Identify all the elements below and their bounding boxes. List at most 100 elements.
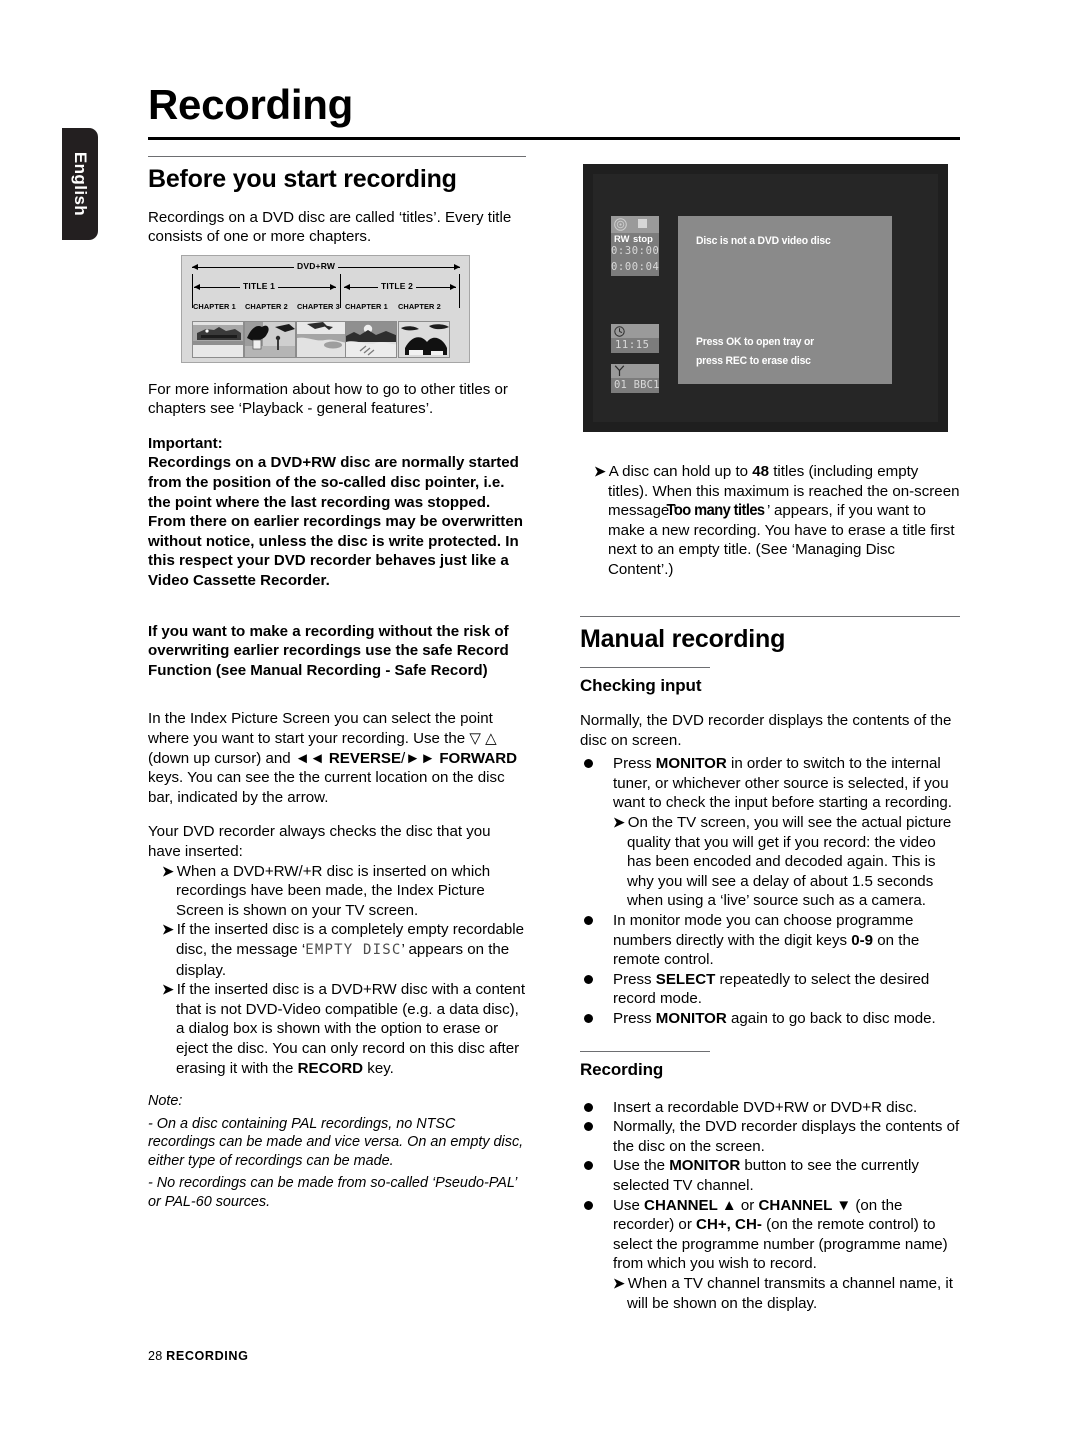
tv-screen-mockup: Disc is not a DVD video disc Press OK to… <box>583 164 948 432</box>
thumbnail-art-4 <box>346 322 396 357</box>
checking-input-intro: Normally, the DVD recorder displays the … <box>580 712 952 749</box>
bullet-dot-icon <box>584 1161 593 1171</box>
disc-type-caption: RW <box>614 233 630 244</box>
bullet-1-pre: Press <box>613 755 656 773</box>
monitor-key-label: MONITOR <box>655 755 727 773</box>
clock-time-value: 11:15 <box>615 339 650 351</box>
check-item-1: ➤ When a DVD+RW/+R disc is inserted on wh… <box>148 862 526 921</box>
diagram-disc-label: DVD+RW <box>294 261 339 271</box>
title1-arrow-left-icon <box>194 284 200 290</box>
diagram-chapter-label-t2-c1: CHAPTER 1 <box>345 302 388 311</box>
diagram-thumbnail-5 <box>398 321 450 358</box>
diagram-chapter-label-t2-c2: CHAPTER 2 <box>398 302 441 311</box>
bullet-dot-icon <box>584 916 593 925</box>
arrow-bullet-icon: ➤ <box>594 463 606 479</box>
monitor-button-label: MONITOR <box>669 1157 741 1175</box>
check-item-2: ➤ If the inserted disc is a completely em… <box>148 920 526 980</box>
bullet-use-channel-keys: Use CHANNEL ▲ or CHANNEL ▼ (on the recor… <box>580 1196 960 1314</box>
clock-icon-bar <box>611 324 659 338</box>
disc-status-icons-bar <box>611 216 659 233</box>
record-key-label: RECORD <box>297 1059 364 1077</box>
bullet-1-sub: ➤ On the TV screen, you will see the actu… <box>613 813 960 911</box>
cursor-glyphs: ▽ △ <box>469 730 497 747</box>
arrow-bullet-icon: ➤ <box>162 981 174 998</box>
footer-page-number: 28 <box>148 1349 163 1363</box>
tv-screen-inner: Disc is not a DVD video disc Press OK to… <box>593 174 938 422</box>
language-tab: English <box>62 128 98 240</box>
diagram-chapter-label-t1-c3: CHAPTER 3 <box>297 302 340 311</box>
note-text-1: - On a disc containing PAL recordings, n… <box>148 1115 524 1169</box>
paragraph-more-info: For more information about how to go to … <box>148 380 508 418</box>
rec-bullet-2-text: Normally, the DVD recorder displays the … <box>613 1118 960 1155</box>
thumbnail-art-3 <box>297 322 347 357</box>
arrow-bullet-icon: ➤ <box>613 1274 625 1291</box>
max-titles-text-before: A disc can hold up to <box>608 463 753 480</box>
checking-input-bullet-list: Press MONITOR in order to switch to the … <box>580 754 960 1028</box>
page-title: Recording <box>148 81 353 128</box>
rec-bullet-4-pre: Use <box>613 1196 645 1214</box>
subsection-divider-checking-input <box>580 667 710 669</box>
elapsed-time-value: 0:00:04 <box>611 261 660 273</box>
recording-bullet-list: Insert a recordable DVD+RW or DVD+R disc… <box>580 1098 960 1314</box>
safe-record-paragraph: If you want to make a recording without … <box>148 622 509 679</box>
check-item-1-text: When a DVD+RW/+R disc is inserted on whi… <box>176 862 491 919</box>
heading-before-you-start-recording: Before you start recording <box>148 165 457 193</box>
paragraph-intro: Recordings on a DVD disc are called ‘tit… <box>148 208 512 246</box>
thumbnail-art-1 <box>193 322 243 357</box>
subsection-divider-recording <box>580 1050 710 1052</box>
bullet-dot-icon <box>584 759 593 769</box>
section-divider-manual-recording <box>580 615 960 617</box>
diagram-thumbnail-2 <box>244 321 296 358</box>
osd-message-line-2: Press OK to open tray or <box>696 336 815 348</box>
channel-value: 01 BBC1 <box>614 379 660 391</box>
bullet-1-sub-text: On the TV screen, you will see the actua… <box>627 814 952 910</box>
bullet-dot-icon <box>584 1013 593 1023</box>
title-divider <box>148 137 960 140</box>
bullet-4-pre: Press <box>613 1009 656 1027</box>
check-item-3-text-after: key. <box>363 1059 394 1077</box>
clock-icon <box>614 325 625 337</box>
title-chapter-diagram: DVD+RW TITLE 1 TITLE 2 CHAPTER 1 CHAPTER… <box>181 255 470 363</box>
max-titles-paragraph: ➤ A disc can hold up to 48 titles (includ… <box>580 462 960 580</box>
monitor-key-label-2: MONITOR <box>655 1009 727 1027</box>
index-picture-screen-paragraph: In the Index Picture Screen you can sele… <box>148 709 526 807</box>
bullet-dot-icon <box>584 974 593 984</box>
bullet-4-post: again to go back to disc mode. <box>726 1009 936 1027</box>
diagram-thumbnail-3 <box>296 321 348 358</box>
bullet-monitor-mode-digits: In monitor mode you can choose programme… <box>580 911 960 970</box>
max-titles-count: 48 <box>752 463 770 480</box>
rec-bullet-4-mid: or <box>736 1196 759 1214</box>
index-text-3: keys. You can see the the current locati… <box>148 769 505 806</box>
divider-right <box>459 274 460 308</box>
transport-state-caption: stop <box>633 233 653 244</box>
diagram-title-1-label: TITLE 1 <box>240 281 279 291</box>
osd-message-line-1: Disc is not a DVD video disc <box>696 235 831 247</box>
channel-up-key-label: CHANNEL ▲ <box>644 1196 737 1214</box>
rec-bullet-4-sub-text: When a TV channel transmits a channel na… <box>627 1274 953 1312</box>
index-text-2: (down up cursor) and <box>148 749 295 767</box>
footer-section-name: RECORDING <box>166 1349 249 1363</box>
note-label: Note: <box>148 1093 183 1110</box>
index-text-1: In the Index Picture Screen you can sele… <box>148 710 493 747</box>
important-body: Recordings on a DVD+RW disc are normally… <box>148 454 523 590</box>
bullet-displays-contents: Normally, the DVD recorder displays the … <box>580 1117 960 1156</box>
diagram-chapter-label-t1-c1: CHAPTER 1 <box>193 302 236 311</box>
clock-status-box: 11:15 <box>611 324 659 353</box>
bullet-use-monitor-button: Use the MONITOR button to see the curren… <box>580 1156 960 1195</box>
title1-arrow-right-icon <box>330 284 336 290</box>
bullet-press-select: Press SELECT repeatedly to select the de… <box>580 970 960 1009</box>
bullet-dot-icon <box>584 1200 593 1210</box>
ch-plus-minus-key-label: CH+, CH- <box>696 1216 762 1234</box>
heading-manual-recording: Manual recording <box>580 624 786 653</box>
antenna-icon-bar <box>611 364 659 378</box>
diagram-thumbnail-1 <box>192 321 244 358</box>
disc-arrow-right-icon <box>454 264 460 270</box>
diagram-thumbnail-4 <box>345 321 397 358</box>
osd-message-panel: Disc is not a DVD video disc Press OK to… <box>678 216 892 384</box>
lcd-empty-disc-message: EMPTY DISC <box>305 941 402 958</box>
arrow-bullet-icon: ➤ <box>162 862 174 879</box>
disc-status-box: RW stop 0:30:00 0:00:04 <box>611 216 659 276</box>
title2-arrow-right-icon <box>450 284 456 290</box>
diagram-title-2-label: TITLE 2 <box>378 281 417 291</box>
manual-page: English Recording Before you start recor… <box>0 0 1080 1444</box>
